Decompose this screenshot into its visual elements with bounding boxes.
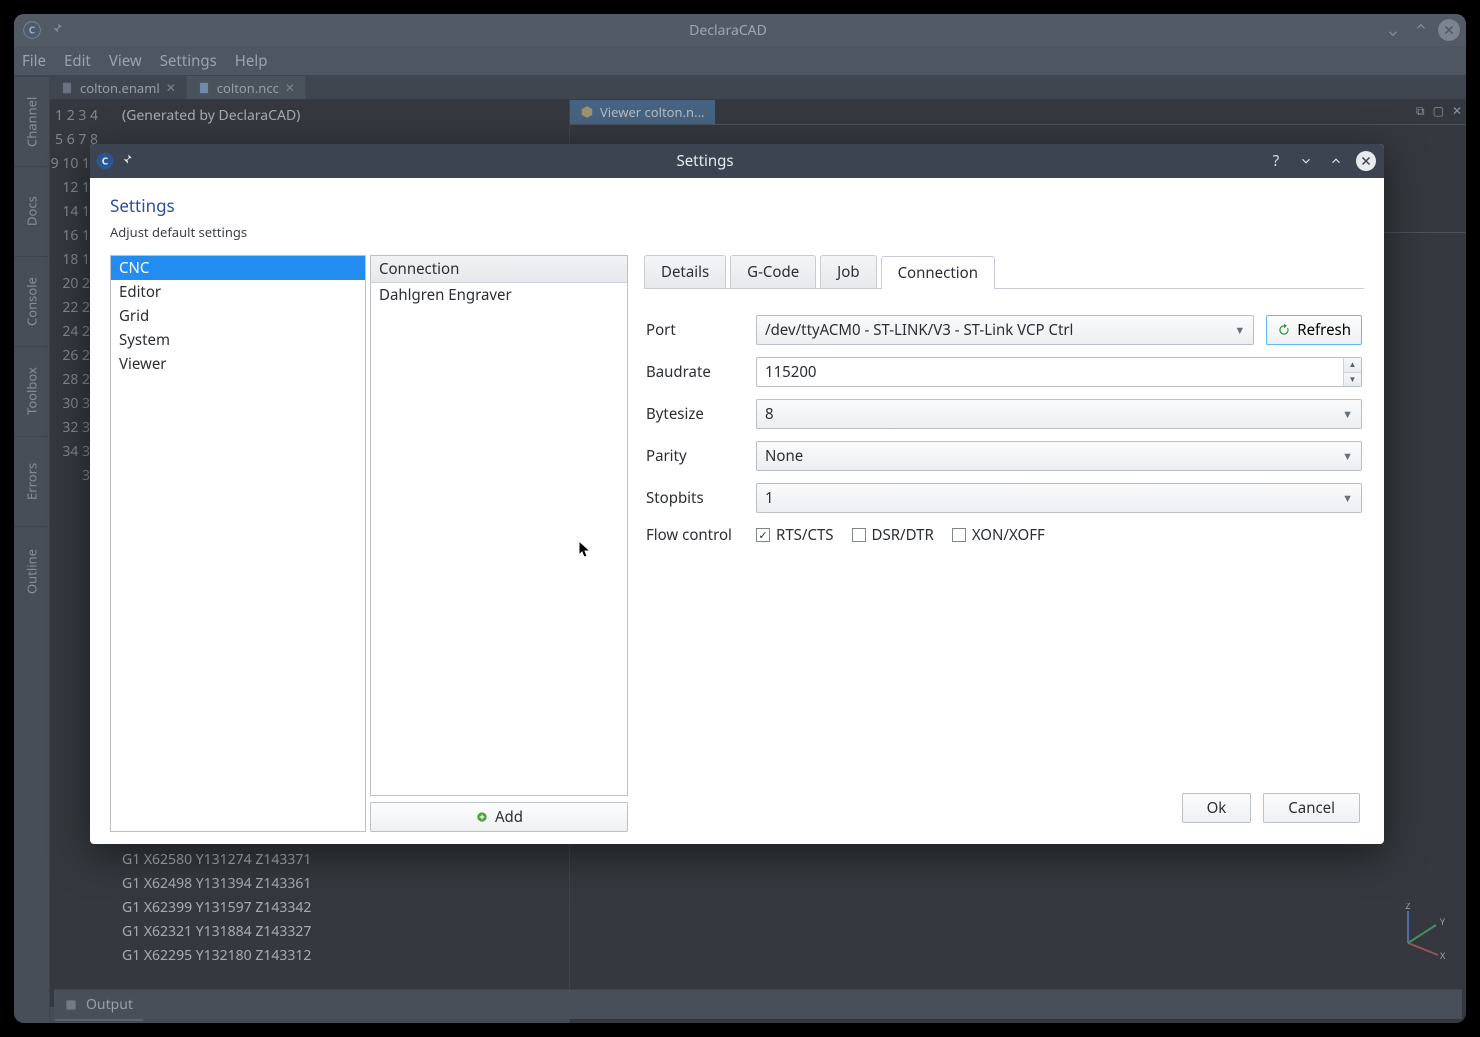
menu-view[interactable]: View [109, 51, 142, 71]
tab-gcode[interactable]: G-Code [730, 255, 816, 288]
svg-text:X: X [1440, 949, 1446, 962]
bytesize-select[interactable]: 8 ▼ [756, 399, 1362, 429]
close-tab-icon[interactable]: ✕ [166, 79, 176, 96]
dock-tab-docs[interactable]: Docs [14, 166, 49, 256]
menu-settings[interactable]: Settings [160, 51, 217, 71]
menubar: File Edit View Settings Help [14, 46, 1466, 76]
flow-label: Flow control [646, 525, 756, 545]
caret-icon: ▼ [1336, 449, 1353, 464]
dock-tab-outline[interactable]: Outline [14, 526, 49, 616]
bytesize-label: Bytesize [646, 404, 756, 424]
close-icon[interactable] [1356, 151, 1376, 171]
menu-help[interactable]: Help [235, 51, 268, 71]
menu-edit[interactable]: Edit [64, 51, 91, 71]
sub-list-header: Connection [371, 256, 627, 283]
dock-tab-console[interactable]: Console [14, 256, 49, 346]
dock-tab-channel[interactable]: Channel [14, 76, 49, 166]
spin-down-icon[interactable]: ▼ [1344, 373, 1361, 387]
category-cnc[interactable]: CNC [111, 256, 365, 280]
dialog-title: Settings [144, 151, 1266, 171]
file-tab-enaml[interactable]: colton.enaml ✕ [50, 76, 187, 99]
caret-icon: ▼ [1336, 491, 1353, 506]
parity-label: Parity [646, 446, 756, 466]
cube-icon [580, 105, 594, 119]
refresh-icon [1277, 323, 1291, 337]
viewer-detach-icon[interactable]: ⧉ [1416, 102, 1425, 119]
tab-details[interactable]: Details [644, 255, 726, 288]
sub-item-dahlgren[interactable]: Dahlgren Engraver [371, 283, 627, 307]
close-icon[interactable] [1438, 19, 1460, 41]
close-tab-icon[interactable]: ✕ [285, 79, 295, 96]
svg-text:C: C [102, 153, 109, 167]
category-viewer[interactable]: Viewer [111, 352, 365, 376]
tab-connection[interactable]: Connection [881, 256, 995, 289]
port-label: Port [646, 320, 756, 340]
xonxoff-checkbox[interactable]: XON/XOFF [952, 525, 1045, 545]
viewer-min-icon[interactable]: ▢ [1433, 102, 1444, 119]
editor-tabrow: colton.enaml ✕ colton.ncc ✕ [50, 76, 1466, 100]
category-list[interactable]: CNC Editor Grid System Viewer [110, 255, 366, 832]
main-titlebar: C DeclaraCAD [14, 14, 1466, 46]
refresh-button[interactable]: Refresh [1266, 315, 1362, 345]
cancel-button[interactable]: Cancel [1263, 793, 1360, 823]
plus-icon [475, 810, 489, 824]
svg-text:C: C [29, 22, 36, 36]
spin-up-icon[interactable]: ▲ [1344, 358, 1361, 373]
caret-icon: ▼ [1228, 323, 1245, 338]
category-editor[interactable]: Editor [111, 280, 365, 304]
form-tabs: Details G-Code Job Connection [644, 255, 1364, 289]
output-icon [64, 998, 78, 1012]
file-icon [197, 81, 211, 95]
settings-heading: Settings [110, 194, 1364, 217]
expand-icon[interactable] [1326, 151, 1346, 171]
viewer-window-controls: ⧉ ▢ ✕ [1416, 102, 1462, 119]
cursor-icon [578, 540, 592, 560]
app-icon: C [90, 151, 120, 171]
window-title: DeclaraCAD [74, 21, 1382, 40]
collapse-icon[interactable] [1296, 151, 1316, 171]
file-tab-ncc[interactable]: colton.ncc ✕ [187, 76, 306, 99]
file-icon [60, 81, 74, 95]
parity-select[interactable]: None ▼ [756, 441, 1362, 471]
svg-text:Y: Y [1440, 915, 1446, 928]
menu-file[interactable]: File [22, 51, 46, 71]
pin-icon[interactable] [120, 151, 144, 171]
dock-tab-toolbox[interactable]: Toolbox [14, 346, 49, 436]
tab-job[interactable]: Job [820, 255, 876, 288]
viewer-tab[interactable]: Viewer colton.n... [570, 100, 715, 124]
bottom-output-tab[interactable]: Output [54, 989, 1462, 1019]
baudrate-input[interactable]: 115200 ▲▼ [756, 357, 1362, 387]
dock-tab-errors[interactable]: Errors [14, 436, 49, 526]
app-icon: C [14, 20, 50, 40]
ok-button[interactable]: Ok [1182, 793, 1252, 823]
svg-text:Z: Z [1405, 903, 1410, 912]
minimize-icon[interactable] [1382, 19, 1404, 41]
help-icon[interactable]: ? [1266, 151, 1286, 171]
dsrdtr-checkbox[interactable]: DSR/DTR [852, 525, 934, 545]
add-button[interactable]: Add [370, 802, 628, 832]
viewer-close-icon[interactable]: ✕ [1452, 102, 1462, 119]
category-grid[interactable]: Grid [111, 304, 365, 328]
dialog-titlebar[interactable]: C Settings ? [90, 144, 1384, 178]
stopbits-select[interactable]: 1 ▼ [756, 483, 1362, 513]
baud-label: Baudrate [646, 362, 756, 382]
rtscts-checkbox[interactable]: ✓RTS/CTS [756, 525, 834, 545]
side-dock: Channel Docs Console Toolbox Errors Outl… [14, 76, 50, 1023]
category-system[interactable]: System [111, 328, 365, 352]
axis-widget[interactable]: Z Y X [1386, 903, 1446, 963]
caret-icon: ▼ [1336, 407, 1353, 422]
stopbits-label: Stopbits [646, 488, 756, 508]
settings-dialog: C Settings ? Settings Adjust default set… [90, 144, 1384, 844]
maximize-icon[interactable] [1410, 19, 1432, 41]
port-select[interactable]: /dev/ttyACM0 - ST-LINK/V3 - ST-Link VCP … [756, 315, 1254, 345]
pin-icon[interactable] [50, 21, 74, 40]
sub-list[interactable]: Connection Dahlgren Engraver [370, 255, 628, 796]
settings-subtitle: Adjust default settings [110, 223, 1364, 241]
